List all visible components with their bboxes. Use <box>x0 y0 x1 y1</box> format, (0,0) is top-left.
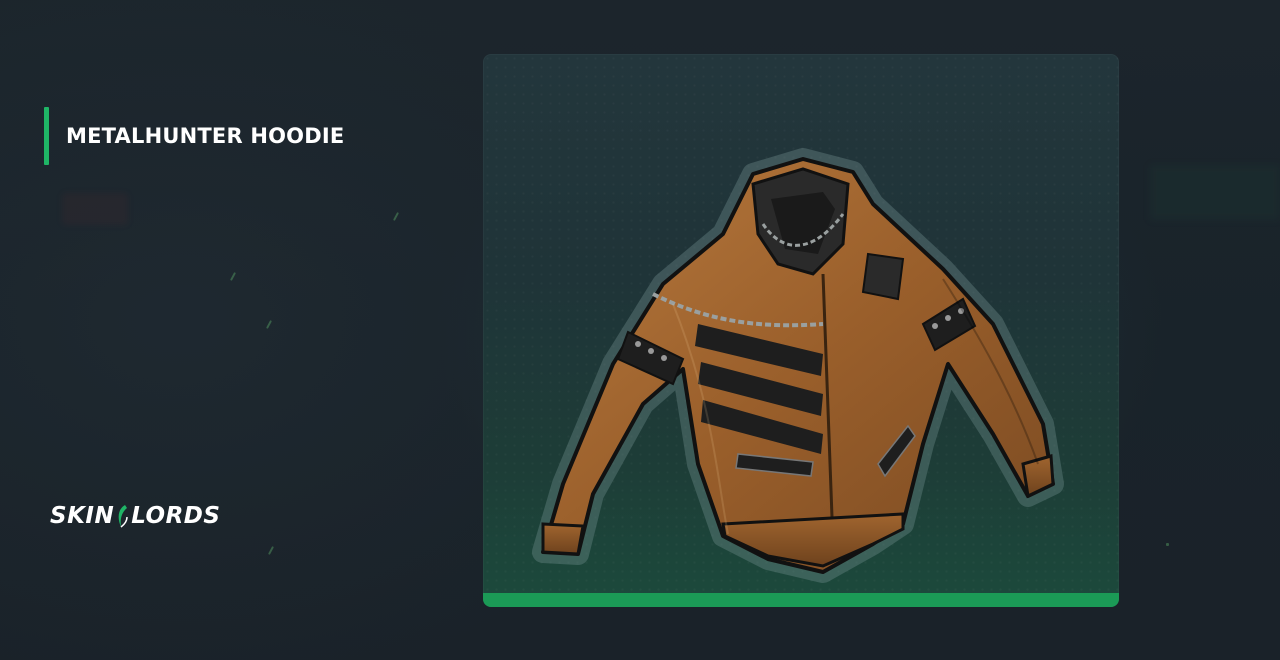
decorative-speck <box>230 272 236 281</box>
logo-text-skin: SKIN <box>50 503 115 529</box>
decorative-speck <box>393 212 399 221</box>
hoodie-item-image-icon <box>532 148 1064 583</box>
decorative-speck <box>268 546 274 555</box>
skinlords-logo-mark-icon <box>118 505 128 528</box>
decorative-speck <box>266 320 272 329</box>
blurred-badge <box>62 193 128 225</box>
skinlords-logo: SKIN LORDS <box>50 500 220 532</box>
item-title: METALHUNTER HOODIE <box>66 124 345 148</box>
card-rarity-bar <box>483 593 1119 607</box>
page: METALHUNTER HOODIE SKIN LORDS <box>0 0 1280 660</box>
decorative-speck <box>1166 543 1169 546</box>
title-accent-bar <box>44 107 49 165</box>
logo-text-lords: LORDS <box>131 503 221 529</box>
blurred-decoration <box>1150 165 1280 220</box>
item-title-block: METALHUNTER HOODIE <box>44 107 344 165</box>
item-card <box>483 54 1119 607</box>
